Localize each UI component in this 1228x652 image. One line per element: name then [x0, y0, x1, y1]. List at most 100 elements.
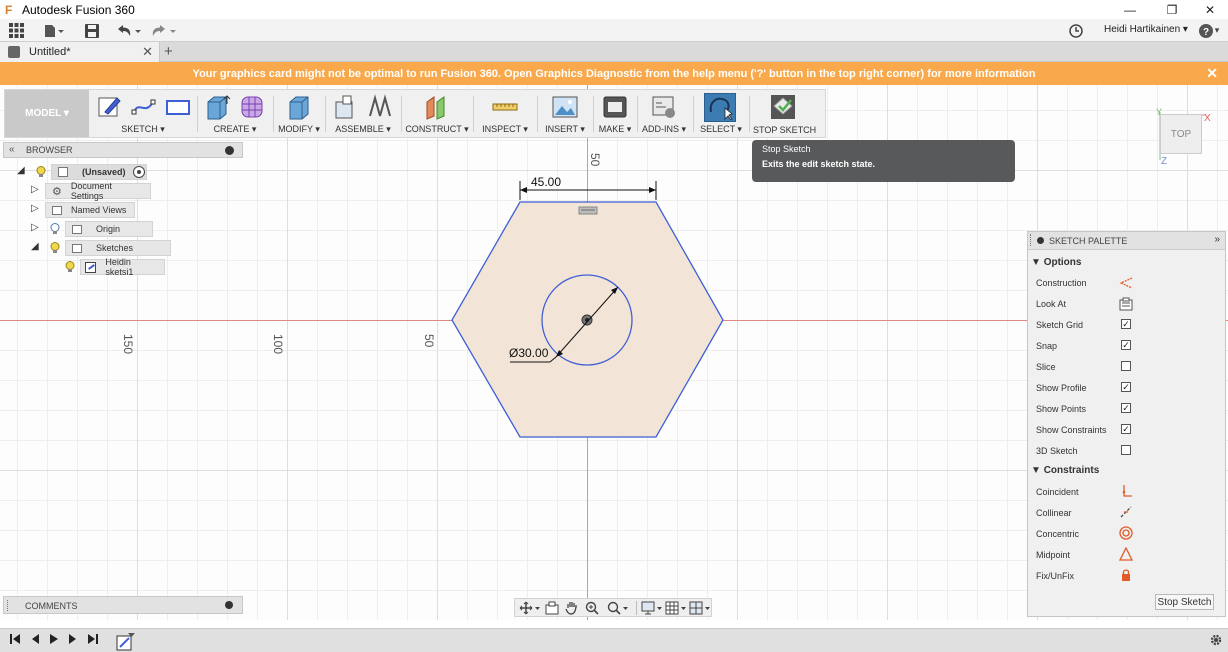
play-icon[interactable] — [48, 633, 60, 645]
workspace-switcher[interactable]: MODEL ▾ — [5, 90, 89, 137]
expand-triangle-icon[interactable]: ▷ — [31, 203, 39, 214]
coincident-icon[interactable] — [1119, 484, 1133, 498]
component-icon — [58, 167, 68, 177]
toolbar-stop-sketch[interactable]: STOP SKETCH — [753, 90, 816, 137]
look-at-nav-icon[interactable] — [545, 601, 559, 615]
visibility-bulb-off-icon[interactable] — [50, 223, 60, 235]
visibility-bulb-icon[interactable] — [50, 242, 60, 254]
comments-add-icon[interactable] — [225, 601, 233, 609]
timeline-settings-gear-icon[interactable] — [1209, 633, 1223, 647]
sketch-grid-checkbox[interactable]: ✓ — [1121, 319, 1131, 329]
show-profile-checkbox[interactable]: ✓ — [1121, 382, 1131, 392]
save-icon[interactable] — [83, 22, 100, 39]
create-sketch-icon[interactable] — [97, 94, 123, 120]
user-account-menu[interactable]: Heidi Hartikainen ▾ — [1104, 24, 1188, 35]
display-settings-icon[interactable] — [641, 601, 663, 615]
midpoint-icon[interactable] — [1119, 547, 1133, 561]
measure-icon[interactable] — [492, 94, 518, 120]
new-tab-plus-icon[interactable]: + — [164, 42, 173, 62]
browser-panel-header[interactable]: « BROWSER — [3, 142, 243, 158]
toolbar-make-menu[interactable]: MAKE ▾ — [597, 90, 633, 137]
constraints-section-header[interactable]: ▼ Constraints — [1031, 465, 1099, 476]
collapse-triangle-icon[interactable]: ◢ — [17, 165, 25, 176]
slice-checkbox[interactable] — [1121, 361, 1131, 371]
toolbar-inspect-menu[interactable]: INSPECT ▾ — [477, 90, 533, 137]
collapse-browser-icon[interactable]: « — [9, 144, 15, 155]
offset-plane-icon[interactable] — [424, 94, 450, 120]
file-menu-icon[interactable] — [43, 22, 65, 39]
toolbar-select-menu[interactable]: SELECT ▾ — [697, 90, 745, 137]
concentric-icon[interactable] — [1119, 526, 1133, 540]
scripts-add-ins-icon[interactable] — [651, 94, 677, 120]
press-pull-icon[interactable] — [286, 94, 312, 120]
insert-image-icon[interactable] — [552, 94, 578, 120]
redo-icon[interactable] — [150, 22, 178, 39]
joint-icon[interactable] — [367, 94, 393, 120]
palette-grip-icon[interactable] — [1030, 234, 1033, 246]
document-tab[interactable]: Untitled* ✕ — [0, 42, 160, 62]
toolbar-add-ins-menu[interactable]: ADD-INS ▾ — [639, 90, 689, 137]
viewports-icon[interactable] — [689, 601, 711, 615]
rectangle-tool-icon[interactable] — [165, 94, 191, 120]
3d-sketch-checkbox[interactable] — [1121, 445, 1131, 455]
activate-component-icon[interactable] — [133, 166, 145, 178]
snap-checkbox[interactable]: ✓ — [1121, 340, 1131, 350]
zoom-icon[interactable] — [585, 601, 599, 615]
toolbar-assemble-menu[interactable]: ASSEMBLE ▾ — [329, 90, 397, 137]
width-dimension-label: 45.00 — [531, 175, 561, 189]
go-to-end-icon[interactable] — [87, 633, 99, 645]
view-cube[interactable]: TOP — [1160, 114, 1202, 154]
toolbar-sketch-label: SKETCH ▾ — [121, 124, 165, 134]
comments-panel-header[interactable]: COMMENTS — [3, 596, 243, 614]
show-points-checkbox[interactable]: ✓ — [1121, 403, 1131, 413]
construction-icon[interactable] — [1119, 276, 1133, 290]
browser-options-icon[interactable] — [225, 146, 234, 155]
extrude-icon[interactable] — [205, 94, 231, 120]
visibility-bulb-icon[interactable] — [36, 166, 46, 178]
orbit-icon[interactable] — [519, 601, 541, 615]
toolbar-insert-menu[interactable]: INSERT ▾ — [541, 90, 589, 137]
toolbar-construct-menu[interactable]: CONSTRUCT ▾ — [405, 90, 469, 137]
go-to-start-icon[interactable] — [9, 633, 21, 645]
visibility-bulb-icon[interactable] — [65, 261, 75, 273]
look-at-icon[interactable] — [1119, 297, 1133, 311]
collapse-triangle-icon[interactable]: ◢ — [31, 241, 39, 252]
form-tspline-icon[interactable] — [239, 94, 265, 120]
show-constraints-checkbox[interactable]: ✓ — [1121, 424, 1131, 434]
data-panel-grid-icon[interactable] — [8, 22, 25, 39]
browser-title: BROWSER — [26, 145, 73, 155]
fix-icon[interactable] — [1119, 568, 1133, 582]
comments-grip-icon[interactable] — [7, 600, 10, 611]
job-status-clock-icon[interactable] — [1068, 22, 1084, 39]
toolbar-modify-menu[interactable]: MODIFY ▾ — [277, 90, 321, 137]
banner-close-icon[interactable]: ✕ — [1206, 65, 1218, 82]
expand-triangle-icon[interactable]: ▷ — [31, 222, 39, 233]
undo-icon[interactable] — [115, 22, 143, 39]
collinear-icon[interactable] — [1119, 505, 1133, 519]
line-tool-icon[interactable] — [131, 94, 157, 120]
stop-sketch-button[interactable]: Stop Sketch — [1155, 594, 1214, 610]
toolbar-sketch-menu[interactable]: SKETCH ▾ — [93, 90, 193, 137]
expand-triangle-icon[interactable]: ▷ — [31, 184, 39, 195]
palette-expand-icon[interactable]: » — [1214, 234, 1220, 245]
step-forward-icon[interactable] — [67, 633, 79, 645]
close-tab-icon[interactable]: ✕ — [142, 44, 153, 60]
grid-settings-icon[interactable] — [665, 601, 687, 615]
new-component-icon[interactable] — [333, 94, 359, 120]
pan-hand-icon[interactable] — [565, 600, 579, 615]
sketch-palette-header[interactable]: SKETCH PALETTE » — [1028, 232, 1225, 250]
help-menu[interactable]: ? ▾ — [1196, 22, 1222, 39]
palette-options-icon[interactable] — [1037, 237, 1044, 244]
select-tool-icon[interactable] — [707, 94, 733, 120]
restore-button[interactable]: ❐ — [1154, 0, 1190, 19]
sketch-palette: SKETCH PALETTE » ▼ Options Construction … — [1027, 231, 1226, 617]
minimize-button[interactable]: — — [1112, 0, 1148, 19]
options-section-header[interactable]: ▼ Options — [1031, 257, 1081, 268]
toolbar-create-menu[interactable]: CREATE ▾ — [201, 90, 269, 137]
timeline-sketch-feature-icon[interactable] — [116, 632, 136, 652]
3d-print-icon[interactable] — [602, 94, 628, 120]
close-window-button[interactable]: ✕ — [1192, 0, 1228, 19]
zoom-window-icon[interactable] — [607, 601, 629, 615]
step-back-icon[interactable] — [29, 633, 41, 645]
stop-sketch-icon[interactable] — [770, 94, 796, 120]
